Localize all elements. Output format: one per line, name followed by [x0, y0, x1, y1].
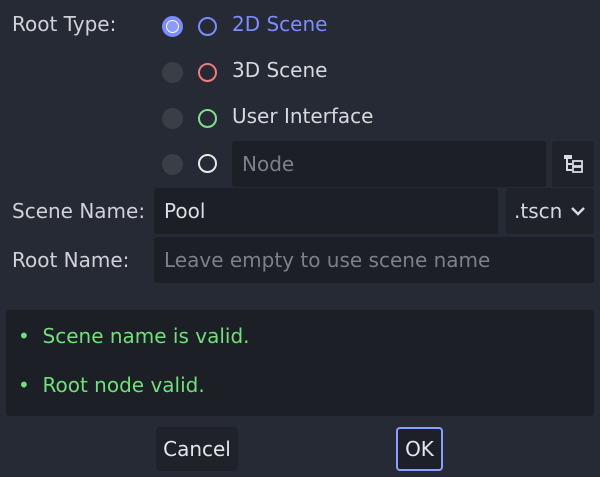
root-name-input[interactable] [164, 248, 594, 272]
root-node-valid-text: Root node valid. [42, 373, 205, 397]
validation-message: • Scene name is valid. [18, 324, 250, 348]
option-3d-scene-label[interactable]: 3D Scene [232, 58, 327, 82]
node3d-icon [198, 63, 217, 82]
node-type-field[interactable] [232, 141, 546, 187]
radio-3d-scene[interactable] [162, 62, 183, 83]
chevron-down-icon [571, 207, 586, 216]
root-type-label: Root Type: [12, 12, 117, 36]
root-name-field[interactable] [154, 237, 594, 283]
node-type-input[interactable] [242, 152, 546, 176]
node2d-icon [198, 17, 217, 36]
option-user-interface-label[interactable]: User Interface [232, 104, 373, 128]
select-node-type-button[interactable] [552, 141, 594, 187]
scene-extension-dropdown[interactable]: .tscn [506, 188, 594, 234]
bullet: • [18, 324, 43, 348]
node-icon [198, 154, 217, 173]
scene-name-field[interactable] [154, 188, 498, 234]
radio-user-interface[interactable] [162, 108, 183, 129]
validation-panel: • Scene name is valid. • Root node valid… [6, 310, 594, 416]
radio-other-node[interactable] [162, 154, 183, 175]
validation-message: • Root node valid. [18, 373, 205, 397]
scene-extension-value: .tscn [514, 199, 563, 223]
bullet: • [18, 373, 43, 397]
ok-button[interactable]: OK [396, 427, 443, 471]
node-tree-icon [564, 155, 583, 173]
root-name-label: Root Name: [12, 248, 130, 272]
control-icon [198, 109, 217, 128]
radio-2d-scene[interactable] [162, 16, 183, 37]
option-2d-scene-label[interactable]: 2D Scene [232, 12, 327, 36]
scene-name-label: Scene Name: [12, 199, 146, 223]
scene-name-valid-text: Scene name is valid. [42, 324, 250, 348]
cancel-button[interactable]: Cancel [156, 427, 238, 471]
scene-name-input[interactable] [164, 199, 498, 223]
